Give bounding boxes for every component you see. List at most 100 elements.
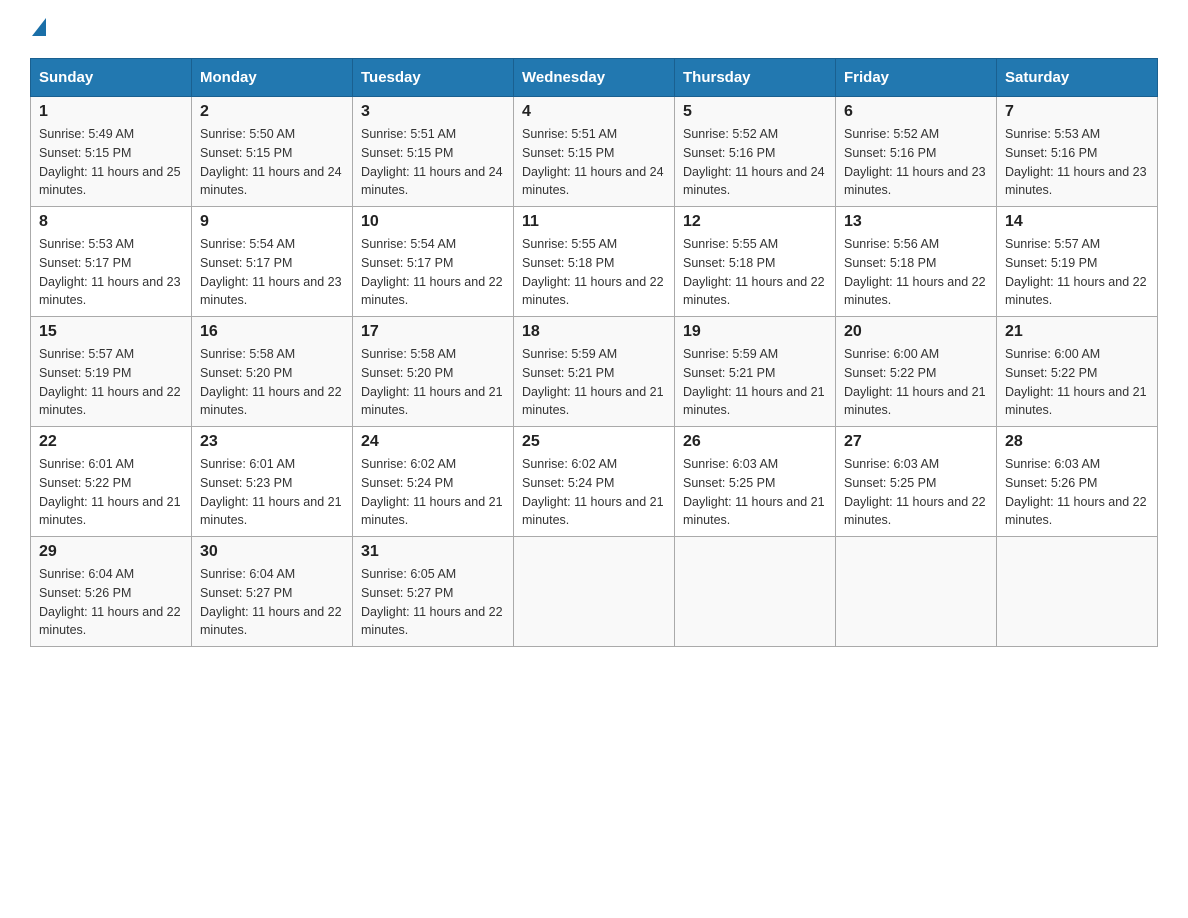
day-info: Sunrise: 5:58 AMSunset: 5:20 PMDaylight:…	[361, 345, 505, 420]
day-info: Sunrise: 5:49 AMSunset: 5:15 PMDaylight:…	[39, 125, 183, 200]
day-info: Sunrise: 5:58 AMSunset: 5:20 PMDaylight:…	[200, 345, 344, 420]
header-row: SundayMondayTuesdayWednesdayThursdayFrid…	[31, 59, 1158, 97]
calendar-week-2: 8 Sunrise: 5:53 AMSunset: 5:17 PMDaylight…	[31, 207, 1158, 317]
day-number: 31	[361, 543, 505, 561]
day-info: Sunrise: 6:03 AMSunset: 5:26 PMDaylight:…	[1005, 455, 1149, 530]
day-number: 19	[683, 323, 827, 341]
day-number: 18	[522, 323, 666, 341]
calendar-cell: 18 Sunrise: 5:59 AMSunset: 5:21 PMDayligh…	[514, 317, 675, 427]
day-number: 12	[683, 213, 827, 231]
day-header-friday: Friday	[836, 59, 997, 97]
day-info: Sunrise: 6:01 AMSunset: 5:22 PMDaylight:…	[39, 455, 183, 530]
calendar-cell: 6 Sunrise: 5:52 AMSunset: 5:16 PMDaylight…	[836, 97, 997, 207]
calendar-cell: 7 Sunrise: 5:53 AMSunset: 5:16 PMDaylight…	[997, 97, 1158, 207]
day-number: 17	[361, 323, 505, 341]
day-info: Sunrise: 5:56 AMSunset: 5:18 PMDaylight:…	[844, 235, 988, 310]
day-number: 3	[361, 103, 505, 121]
calendar-cell: 29 Sunrise: 6:04 AMSunset: 5:26 PMDayligh…	[31, 537, 192, 647]
calendar-cell	[997, 537, 1158, 647]
calendar-cell: 20 Sunrise: 6:00 AMSunset: 5:22 PMDayligh…	[836, 317, 997, 427]
day-number: 30	[200, 543, 344, 561]
day-number: 27	[844, 433, 988, 451]
day-info: Sunrise: 6:00 AMSunset: 5:22 PMDaylight:…	[844, 345, 988, 420]
day-number: 11	[522, 213, 666, 231]
calendar-cell: 13Sunrise: 5:56 AMSunset: 5:18 PMDayligh…	[836, 207, 997, 317]
day-number: 5	[683, 103, 827, 121]
day-info: Sunrise: 6:05 AMSunset: 5:27 PMDaylight:…	[361, 565, 505, 640]
day-info: Sunrise: 6:02 AMSunset: 5:24 PMDaylight:…	[361, 455, 505, 530]
calendar-cell: 12 Sunrise: 5:55 AMSunset: 5:18 PMDayligh…	[675, 207, 836, 317]
calendar-week-4: 22 Sunrise: 6:01 AMSunset: 5:22 PMDayligh…	[31, 427, 1158, 537]
day-number: 4	[522, 103, 666, 121]
calendar-cell: 16 Sunrise: 5:58 AMSunset: 5:20 PMDayligh…	[192, 317, 353, 427]
calendar-cell: 19 Sunrise: 5:59 AMSunset: 5:21 PMDayligh…	[675, 317, 836, 427]
calendar-cell: 17 Sunrise: 5:58 AMSunset: 5:20 PMDayligh…	[353, 317, 514, 427]
calendar-cell: 22 Sunrise: 6:01 AMSunset: 5:22 PMDayligh…	[31, 427, 192, 537]
calendar-body: 1 Sunrise: 5:49 AMSunset: 5:15 PMDaylight…	[31, 97, 1158, 647]
day-number: 21	[1005, 323, 1149, 341]
calendar-cell: 30 Sunrise: 6:04 AMSunset: 5:27 PMDayligh…	[192, 537, 353, 647]
calendar-cell: 23Sunrise: 6:01 AMSunset: 5:23 PMDayligh…	[192, 427, 353, 537]
day-number: 24	[361, 433, 505, 451]
day-header-monday: Monday	[192, 59, 353, 97]
day-number: 15	[39, 323, 183, 341]
day-info: Sunrise: 5:54 AMSunset: 5:17 PMDaylight:…	[361, 235, 505, 310]
day-number: 8	[39, 213, 183, 231]
calendar-cell: 25Sunrise: 6:02 AMSunset: 5:24 PMDayligh…	[514, 427, 675, 537]
logo-arrow-icon	[32, 18, 46, 36]
day-number: 29	[39, 543, 183, 561]
day-header-wednesday: Wednesday	[514, 59, 675, 97]
day-info: Sunrise: 5:51 AMSunset: 5:15 PMDaylight:…	[522, 125, 666, 200]
day-number: 26	[683, 433, 827, 451]
calendar-cell: 3Sunrise: 5:51 AMSunset: 5:15 PMDaylight…	[353, 97, 514, 207]
day-info: Sunrise: 5:57 AMSunset: 5:19 PMDaylight:…	[39, 345, 183, 420]
day-number: 28	[1005, 433, 1149, 451]
day-info: Sunrise: 5:55 AMSunset: 5:18 PMDaylight:…	[683, 235, 827, 310]
calendar-cell: 27Sunrise: 6:03 AMSunset: 5:25 PMDayligh…	[836, 427, 997, 537]
calendar-cell: 4 Sunrise: 5:51 AMSunset: 5:15 PMDaylight…	[514, 97, 675, 207]
calendar-cell	[514, 537, 675, 647]
day-info: Sunrise: 5:57 AMSunset: 5:19 PMDaylight:…	[1005, 235, 1149, 310]
day-number: 10	[361, 213, 505, 231]
calendar-cell: 8 Sunrise: 5:53 AMSunset: 5:17 PMDaylight…	[31, 207, 192, 317]
day-info: Sunrise: 5:52 AMSunset: 5:16 PMDaylight:…	[844, 125, 988, 200]
page-header	[30, 20, 1158, 38]
day-number: 14	[1005, 213, 1149, 231]
day-header-thursday: Thursday	[675, 59, 836, 97]
day-info: Sunrise: 5:53 AMSunset: 5:16 PMDaylight:…	[1005, 125, 1149, 200]
day-number: 7	[1005, 103, 1149, 121]
calendar-week-1: 1 Sunrise: 5:49 AMSunset: 5:15 PMDaylight…	[31, 97, 1158, 207]
calendar-cell: 1 Sunrise: 5:49 AMSunset: 5:15 PMDaylight…	[31, 97, 192, 207]
calendar-cell: 21 Sunrise: 6:00 AMSunset: 5:22 PMDayligh…	[997, 317, 1158, 427]
calendar-cell: 11 Sunrise: 5:55 AMSunset: 5:18 PMDayligh…	[514, 207, 675, 317]
day-header-saturday: Saturday	[997, 59, 1158, 97]
day-info: Sunrise: 5:55 AMSunset: 5:18 PMDaylight:…	[522, 235, 666, 310]
calendar-cell: 24 Sunrise: 6:02 AMSunset: 5:24 PMDayligh…	[353, 427, 514, 537]
logo	[30, 20, 46, 38]
day-info: Sunrise: 5:59 AMSunset: 5:21 PMDaylight:…	[522, 345, 666, 420]
day-info: Sunrise: 6:04 AMSunset: 5:26 PMDaylight:…	[39, 565, 183, 640]
day-info: Sunrise: 5:54 AMSunset: 5:17 PMDaylight:…	[200, 235, 344, 310]
day-info: Sunrise: 5:52 AMSunset: 5:16 PMDaylight:…	[683, 125, 827, 200]
day-info: Sunrise: 6:01 AMSunset: 5:23 PMDaylight:…	[200, 455, 344, 530]
day-info: Sunrise: 5:53 AMSunset: 5:17 PMDaylight:…	[39, 235, 183, 310]
day-info: Sunrise: 5:50 AMSunset: 5:15 PMDaylight:…	[200, 125, 344, 200]
calendar-cell: 2Sunrise: 5:50 AMSunset: 5:15 PMDaylight…	[192, 97, 353, 207]
calendar-cell: 26Sunrise: 6:03 AMSunset: 5:25 PMDayligh…	[675, 427, 836, 537]
calendar-cell	[836, 537, 997, 647]
day-info: Sunrise: 5:59 AMSunset: 5:21 PMDaylight:…	[683, 345, 827, 420]
day-number: 1	[39, 103, 183, 121]
day-header-tuesday: Tuesday	[353, 59, 514, 97]
day-number: 22	[39, 433, 183, 451]
day-number: 20	[844, 323, 988, 341]
day-info: Sunrise: 6:00 AMSunset: 5:22 PMDaylight:…	[1005, 345, 1149, 420]
day-header-sunday: Sunday	[31, 59, 192, 97]
day-number: 16	[200, 323, 344, 341]
calendar-week-3: 15 Sunrise: 5:57 AMSunset: 5:19 PMDayligh…	[31, 317, 1158, 427]
day-number: 9	[200, 213, 344, 231]
calendar-cell: 14 Sunrise: 5:57 AMSunset: 5:19 PMDayligh…	[997, 207, 1158, 317]
day-number: 6	[844, 103, 988, 121]
calendar-week-5: 29 Sunrise: 6:04 AMSunset: 5:26 PMDayligh…	[31, 537, 1158, 647]
calendar-header: SundayMondayTuesdayWednesdayThursdayFrid…	[31, 59, 1158, 97]
day-info: Sunrise: 6:04 AMSunset: 5:27 PMDaylight:…	[200, 565, 344, 640]
